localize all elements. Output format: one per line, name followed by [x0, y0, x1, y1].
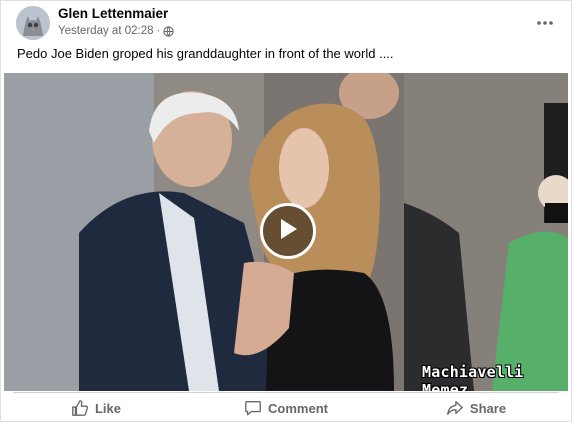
more-options-button[interactable]	[533, 11, 557, 31]
avatar[interactable]	[16, 6, 50, 40]
comment-label: Comment	[268, 400, 328, 416]
post-text: Pedo Joe Biden groped his granddaughter …	[17, 46, 394, 61]
facebook-post: Glen Lettenmaier Yesterday at 02:28 · Pe…	[0, 0, 572, 422]
like-button[interactable]: Like	[1, 394, 191, 422]
globe-icon	[163, 25, 174, 37]
thumbs-up-icon	[71, 399, 95, 417]
comment-icon	[244, 399, 268, 417]
video-player[interactable]: Machiavelli Memez	[4, 73, 568, 391]
meta-separator: ·	[156, 25, 161, 37]
post-header: Glen Lettenmaier Yesterday at 02:28 ·	[1, 1, 571, 45]
video-watermark: Machiavelli Memez	[422, 363, 524, 391]
like-label: Like	[94, 400, 121, 416]
play-icon	[277, 217, 299, 246]
post-timestamp[interactable]: Yesterday at 02:28	[58, 25, 153, 37]
play-button[interactable]	[260, 203, 316, 259]
post-meta: Yesterday at 02:28 ·	[58, 25, 174, 37]
share-label: Share	[469, 400, 507, 416]
post-actions-bar: Like Comment Share	[1, 394, 571, 422]
comment-button[interactable]: Comment	[191, 394, 381, 422]
share-icon	[446, 399, 470, 417]
share-button[interactable]: Share	[381, 394, 571, 422]
more-options-icon	[537, 12, 553, 30]
actions-divider	[13, 392, 559, 393]
author-name[interactable]: Glen Lettenmaier	[58, 6, 168, 21]
